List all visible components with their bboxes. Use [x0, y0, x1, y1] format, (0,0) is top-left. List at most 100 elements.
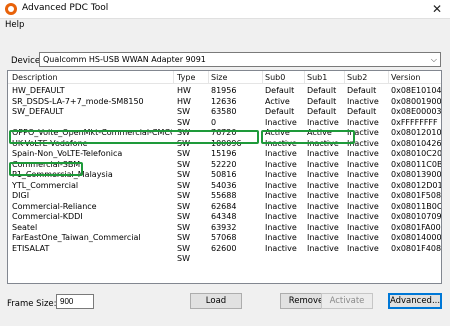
device-dropdown[interactable]: Qualcomm HS-USB WWAN Adapter 9091 ⌵ — [39, 52, 441, 67]
cell-version: 0x08012D01 — [391, 180, 441, 190]
column-header-description[interactable]: Description — [12, 73, 172, 82]
cell-version: 0x08012010 — [391, 128, 441, 137]
cell-type: SW — [177, 107, 190, 116]
cell-version: 0x08010C20 — [391, 149, 441, 158]
cell-sub1: Default — [307, 86, 337, 95]
cell-version: 0x0801F408 — [391, 243, 441, 253]
cell-sub2: Inactive — [347, 170, 379, 179]
cell-sub2: Inactive — [347, 191, 379, 200]
cell-sub2: Inactive — [347, 233, 379, 242]
table-row[interactable]: YTL_Commercial SW 54036 Inactive Inactive Ina… — [8, 180, 441, 192]
cell-sub0: Inactive — [265, 201, 297, 211]
cell-version: 0xFFFFFFFF — [391, 117, 438, 127]
highlight-box-oppo-cmcc-status — [261, 130, 355, 144]
cell-size: 63932 — [211, 222, 237, 232]
cell-size: 64348 — [211, 212, 237, 221]
cell-sub1: Inactive — [307, 201, 339, 211]
cell-version: 0x0801FA00 — [391, 222, 441, 232]
cell-size: 50816 — [211, 170, 237, 179]
cell-version: 0x08011B0C — [391, 201, 441, 211]
table-row[interactable]: FarEastOne_Taiwan_Commercial SW 57068 Inact… — [8, 233, 441, 244]
cell-sub1: Inactive — [307, 233, 339, 242]
cell-size: 62684 — [211, 201, 237, 211]
cell-sub2: Inactive — [347, 159, 379, 169]
activate-button[interactable]: Activate — [321, 293, 373, 309]
cell-size: 12636 — [211, 96, 237, 106]
table-row[interactable]: SR_DSDS-LA-7+7_mode-SM8150 HW 12636 Active D… — [8, 96, 441, 108]
cell-type: SW — [177, 191, 190, 200]
cell-sub0: Inactive — [265, 233, 297, 242]
cell-size: 57068 — [211, 233, 237, 242]
highlight-box-oppo-cmcc — [9, 130, 259, 144]
load-button[interactable]: Load — [190, 293, 242, 309]
cell-sub2: Inactive — [347, 222, 379, 232]
frame-size-input[interactable] — [56, 294, 94, 309]
cell-sub0: Inactive — [265, 170, 297, 179]
cell-sub2: Inactive — [347, 243, 379, 253]
cell-size: 15196 — [211, 149, 237, 158]
cell-sub0: Active — [265, 96, 290, 106]
table-row[interactable]: Seatel SW 63932 Inactive Inactive Inactive 0x0… — [8, 222, 441, 234]
cell-size: 63580 — [211, 107, 237, 116]
cell-type: SW — [177, 180, 190, 190]
cell-type: SW — [177, 254, 190, 263]
cell-version: 0x08013900 — [391, 170, 441, 179]
cell-sub0: Inactive — [265, 159, 297, 169]
cell-sub2: Inactive — [347, 117, 379, 127]
cell-sub1: Inactive — [307, 191, 339, 200]
menu-help[interactable]: Help — [5, 20, 24, 30]
column-header-sub1[interactable]: Sub1 — [307, 73, 349, 82]
cell-sub2: Inactive — [347, 201, 379, 211]
column-header-sub0[interactable]: Sub0 — [265, 73, 313, 82]
cell-description: Spain-Non_VoLTE-Telefonica — [12, 149, 123, 158]
table-row[interactable]: Spain-Non_VoLTE-Telefonica SW 15196 Inactiv… — [8, 149, 441, 160]
app-logo-icon — [5, 3, 17, 15]
table-row[interactable]: Commercial-Reliance SW 62684 Inactive Inacti… — [8, 201, 441, 213]
column-header-type[interactable]: Type — [177, 73, 209, 82]
cell-sub0: Inactive — [265, 212, 297, 221]
cell-version: 0x08011C0B — [391, 159, 441, 169]
table-row[interactable]: SW — [8, 254, 441, 265]
cell-sub1: Inactive — [307, 159, 339, 169]
cell-type: SW — [177, 117, 190, 127]
frame-size-label: Frame Size: — [7, 299, 57, 309]
cell-version: 0x08E10104 — [391, 86, 441, 95]
title-bar: Advanced PDC Tool ✕ — [0, 0, 450, 19]
advanced-button[interactable]: Advanced... — [388, 293, 442, 309]
column-header-size[interactable]: Size — [211, 73, 267, 82]
cell-description: SR_DSDS-LA-7+7_mode-SM8150 — [12, 96, 144, 106]
cell-description: Commercial-KDDI — [12, 212, 83, 221]
cell-type: SW — [177, 201, 190, 211]
cell-type: SW — [177, 170, 190, 179]
cell-sub0: Inactive — [265, 180, 297, 190]
menu-bar: Help — [0, 19, 450, 33]
cell-sub0: Inactive — [265, 191, 297, 200]
table-row[interactable]: Commercial-KDDI SW 64348 Inactive Inactive In… — [8, 212, 441, 223]
cell-sub2: Inactive — [347, 180, 379, 190]
cell-type: SW — [177, 243, 190, 253]
cell-version: 0x08010426 — [391, 138, 441, 148]
cell-sub2: Default — [347, 107, 377, 116]
cell-version: 0x0801F508 — [391, 191, 441, 200]
table-row[interactable]: SW 0 Inactive Inactive Inactive 0xFFFFFFFF — [8, 117, 441, 129]
cell-sub1: Inactive — [307, 149, 339, 158]
cell-type: SW — [177, 233, 190, 242]
cell-sub1: Inactive — [307, 243, 339, 253]
highlight-box-commercial-sbm — [9, 162, 83, 176]
cell-sub0: Default — [265, 86, 295, 95]
column-header-sub2[interactable]: Sub2 — [347, 73, 389, 82]
close-button[interactable]: ✕ — [424, 0, 450, 19]
cell-sub0: Inactive — [265, 149, 297, 158]
table-row[interactable]: SW_DEFAULT SW 63580 Default Default Default 0x… — [8, 107, 441, 118]
column-header-version[interactable]: Version — [391, 73, 441, 82]
table-row[interactable]: DIGI SW 55688 Inactive Inactive Inactive 0x080… — [8, 191, 441, 202]
device-value: Qualcomm HS-USB WWAN Adapter 9091 — [43, 55, 206, 64]
cell-type: SW — [177, 212, 190, 221]
chevron-down-icon: ⌵ — [430, 55, 437, 64]
cell-sub2: Inactive — [347, 212, 379, 221]
cell-sub1: Inactive — [307, 222, 339, 232]
table-row[interactable]: HW_DEFAULT HW 81956 Default Default Default 0x… — [8, 86, 441, 97]
table-row[interactable]: ETISALAT SW 62600 Inactive Inactive Inactive 0… — [8, 243, 441, 255]
cell-sub1: Inactive — [307, 170, 339, 179]
cell-description: SW_DEFAULT — [12, 107, 64, 116]
